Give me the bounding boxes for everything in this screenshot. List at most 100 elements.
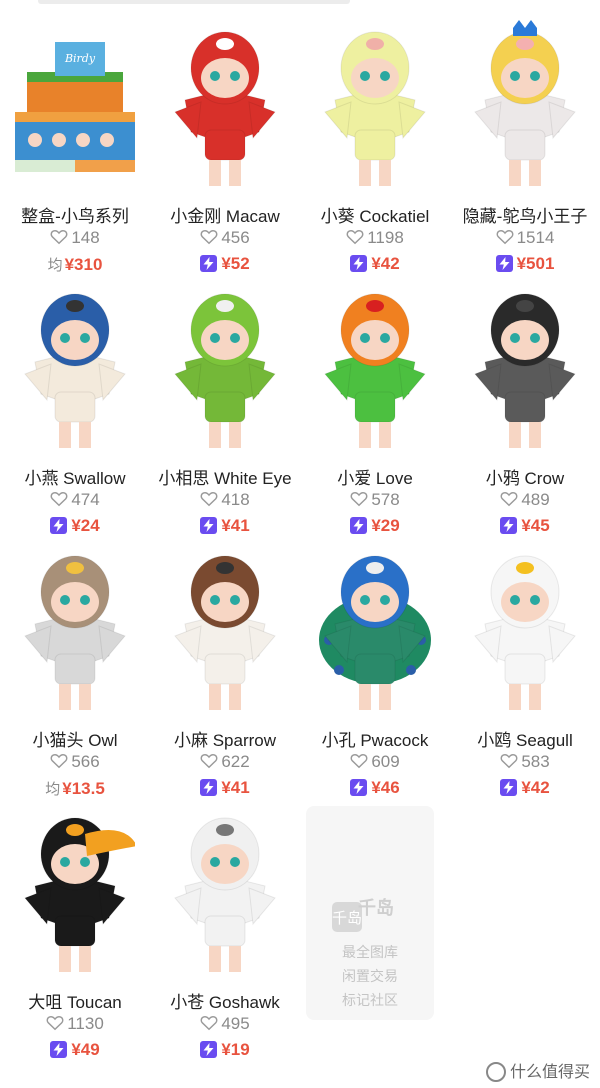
heart-icon[interactable] (350, 753, 368, 769)
price-row: ¥42 (300, 254, 450, 274)
product-image[interactable] (315, 282, 435, 458)
product-card[interactable]: 隐藏-鸵鸟小王子 1514 ¥501 (450, 10, 600, 274)
flash-sale-icon (200, 779, 218, 796)
heart-icon[interactable] (50, 229, 68, 245)
product-image[interactable]: Birdy (15, 20, 135, 196)
price-row: ¥45 (450, 516, 600, 536)
qiandao-watermark-card: 千岛 千岛 最全图库 闲置交易 标记社区 (306, 806, 434, 1020)
product-card[interactable]: 小鸥 Seagull 583 ¥42 (450, 534, 600, 798)
product-card[interactable]: 小相思 White Eye 418 ¥41 (150, 272, 300, 535)
product-card[interactable]: 小猫头 Owl 566 均 ¥13.5 (0, 534, 150, 798)
svg-text:Birdy: Birdy (64, 52, 96, 65)
like-count: 1514 (516, 228, 555, 247)
like-count-row: 583 (450, 752, 600, 772)
product-image[interactable] (15, 806, 137, 982)
heart-icon[interactable] (500, 491, 518, 507)
product-name[interactable]: 小爱 Love (300, 464, 450, 489)
heart-icon[interactable] (346, 229, 364, 245)
product-image[interactable] (15, 544, 135, 720)
product-name[interactable]: 小苍 Goshawk (150, 988, 300, 1013)
flash-sale-icon (350, 517, 368, 534)
price-value: ¥42 (521, 778, 550, 797)
heart-icon[interactable] (200, 491, 218, 507)
heart-icon[interactable] (200, 229, 218, 245)
price-row: ¥41 (150, 778, 300, 798)
price-row: ¥46 (300, 778, 450, 798)
product-image[interactable] (15, 282, 135, 458)
price-value: ¥29 (371, 516, 400, 535)
product-image[interactable] (315, 544, 435, 720)
product-image[interactable] (165, 806, 285, 982)
price-value: ¥41 (221, 516, 250, 535)
flash-sale-icon (200, 1041, 218, 1058)
product-card[interactable]: 小麻 Sparrow 622 ¥41 (150, 534, 300, 798)
product-card[interactable]: 小孔 Pwacock 609 ¥46 (300, 534, 450, 798)
like-count-row: 566 (0, 752, 150, 772)
price-row: ¥501 (450, 254, 600, 274)
smzdm-logo-icon (485, 1062, 506, 1082)
price-row: ¥29 (300, 516, 450, 536)
product-name[interactable]: 小猫头 Owl (0, 726, 150, 751)
heart-icon[interactable] (200, 1015, 218, 1031)
product-card[interactable]: 小葵 Cockatiel 1198 ¥42 (300, 10, 450, 274)
heart-icon[interactable] (46, 1015, 64, 1031)
like-count: 456 (221, 228, 250, 247)
watermark-brand: 千岛 (358, 898, 394, 918)
watermark-line-1: 最全图库 (342, 944, 398, 960)
product-image[interactable] (315, 20, 435, 196)
flash-sale-icon (200, 255, 218, 272)
like-count-row: 1130 (0, 1014, 150, 1034)
heart-icon[interactable] (50, 491, 68, 507)
product-image[interactable] (465, 20, 585, 196)
like-count-row: 489 (450, 490, 600, 510)
price-row: ¥42 (450, 778, 600, 798)
product-card[interactable]: 小鸦 Crow 489 ¥45 (450, 272, 600, 536)
product-image[interactable] (465, 544, 585, 720)
product-name[interactable]: 小孔 Pwacock (300, 726, 450, 751)
heart-icon[interactable] (500, 753, 518, 769)
product-card[interactable]: 小金刚 Macaw 456 ¥52 (150, 10, 300, 273)
heart-icon[interactable] (496, 229, 514, 245)
like-count: 1130 (67, 1014, 104, 1033)
product-image[interactable] (165, 544, 285, 720)
flash-sale-icon (500, 779, 518, 796)
flash-sale-icon (50, 1041, 68, 1058)
product-card[interactable]: Birdy 整盒-小鸟系列 148 均 ¥310 (0, 10, 150, 274)
product-card[interactable]: 大咀 Toucan 1130 ¥49 (0, 796, 150, 1059)
top-scroll-strip (38, 0, 350, 4)
product-name[interactable]: 小鸦 Crow (450, 464, 600, 489)
product-name[interactable]: 小葵 Cockatiel (300, 202, 450, 227)
heart-icon[interactable] (200, 753, 218, 769)
product-card[interactable]: 小燕 Swallow 474 ¥24 (0, 272, 150, 535)
product-name[interactable]: 小麻 Sparrow (150, 726, 300, 751)
product-name[interactable]: 小鸥 Seagull (450, 726, 600, 751)
product-image[interactable] (165, 282, 285, 458)
like-count: 418 (221, 490, 250, 509)
like-count-row: 578 (300, 490, 450, 510)
price-value: ¥42 (371, 254, 400, 273)
product-name[interactable]: 大咀 Toucan (0, 988, 150, 1013)
flash-sale-icon (495, 255, 513, 272)
product-name[interactable]: 隐藏-鸵鸟小王子 (450, 202, 600, 227)
price-value: ¥41 (221, 778, 250, 797)
like-count-row: 418 (150, 490, 300, 510)
product-card[interactable]: 小爱 Love 578 ¥29 (300, 272, 450, 536)
heart-icon[interactable] (350, 491, 368, 507)
flash-sale-icon (200, 517, 218, 534)
like-count-row: 148 (0, 228, 150, 248)
price-value: ¥46 (371, 778, 400, 797)
like-count-row: 1198 (300, 228, 450, 248)
price-value: ¥501 (516, 254, 555, 273)
price-row: ¥19 (150, 1040, 300, 1060)
product-image[interactable] (165, 20, 285, 196)
site-watermark-text: 什么值得买 (509, 1064, 590, 1081)
product-name[interactable]: 整盒-小鸟系列 (0, 202, 150, 227)
product-name[interactable]: 小相思 White Eye (150, 464, 300, 489)
heart-icon[interactable] (50, 753, 68, 769)
flash-sale-icon (50, 517, 68, 534)
product-image[interactable] (465, 282, 585, 458)
product-card[interactable]: 小苍 Goshawk 495 ¥19 (150, 796, 300, 1060)
product-name[interactable]: 小金刚 Macaw (150, 202, 300, 227)
site-watermark: 什么值得买 (485, 1058, 590, 1082)
product-name[interactable]: 小燕 Swallow (0, 464, 150, 489)
